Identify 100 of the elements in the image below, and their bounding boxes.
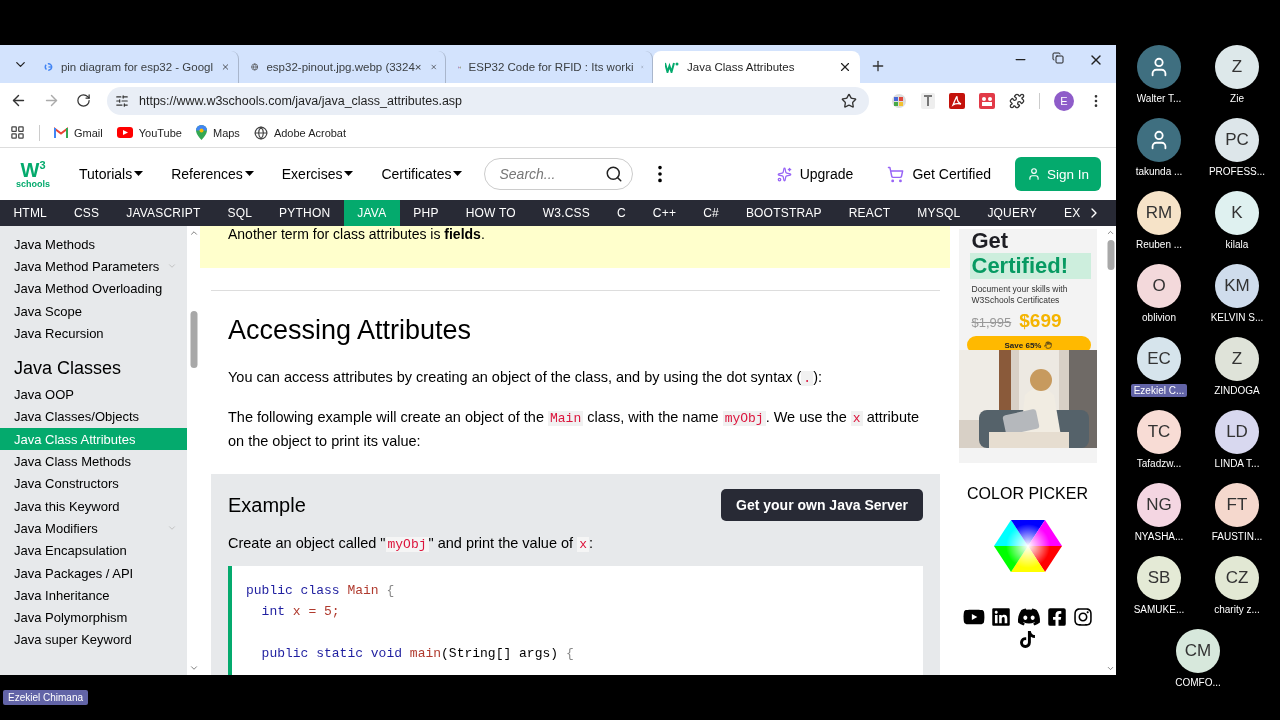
browser-tab[interactable]: Java Class Attributes [653, 51, 860, 83]
avatar[interactable]: KM [1215, 264, 1259, 308]
nav-tab[interactable]: W3.CSS [529, 200, 604, 226]
nav-tab[interactable]: SQL [214, 200, 266, 226]
sidebar-item[interactable]: Java Classes/Objects [0, 405, 187, 429]
participant-name: LINDA T... [1213, 457, 1261, 470]
sidebar-heading: Java Classes [13, 357, 123, 381]
sidebar-item[interactable]: Java Packages / API [0, 561, 187, 585]
menu-dropdown[interactable]: References [171, 166, 254, 182]
example-text: Create an object called "myObj" and print the value of x: [228, 535, 594, 552]
participant-name: SAMUKE... [1132, 603, 1186, 616]
participant-name: NYASHA... [1133, 530, 1185, 543]
participant-name: COMFO... [1174, 676, 1222, 689]
avatar[interactable]: CZ [1215, 556, 1259, 600]
participant-name: PROFESS... [1207, 165, 1267, 178]
ad-text: Document your skills with W3Schools Certificates [970, 283, 1069, 306]
nav-tab[interactable]: C [603, 200, 640, 226]
menu-dropdown[interactable]: Tutorials [79, 166, 144, 182]
paragraph: The following example will create an object of the Main class, with the name myObj. We use the x attribute on the object to print its value: [228, 408, 921, 451]
sidebar-item[interactable]: Java Scope [0, 299, 187, 323]
participant-name: Ezekiel C... [1130, 384, 1188, 397]
nav-tab[interactable]: MYSQL [903, 200, 974, 226]
color-picker-title: COLOR PICKER [967, 485, 1088, 503]
avatar[interactable]: Z [1215, 337, 1259, 381]
code-line: int x = 5; [260, 603, 341, 621]
sidebar-item[interactable]: Java this Keyword [0, 494, 187, 518]
ad-title: Get [970, 229, 1010, 253]
sidebar-item[interactable]: Java Methods [0, 233, 187, 256]
nav-tab[interactable]: EX [1050, 200, 1094, 226]
browser-tab[interactable]: pin diagram for esp32 - Googl [32, 51, 239, 83]
avatar[interactable]: CM [1176, 629, 1220, 673]
participant-name: oblivion [1141, 311, 1177, 324]
avatar[interactable]: EC [1137, 337, 1181, 381]
code-line: public static void main(String[] args) { [260, 645, 575, 663]
browser-tab[interactable]: esp32-pinout.jpg.webp (3324× [239, 51, 446, 83]
upgrade-link[interactable]: Upgrade [776, 166, 854, 182]
code-line: public class Main { [246, 582, 396, 600]
nav-tab[interactable]: JAVASCRIPT [112, 200, 214, 226]
bookmark[interactable]: Maps [195, 125, 240, 140]
nav-tab[interactable]: C# [689, 200, 733, 226]
sidebar-item[interactable]: Java Polymorphism [0, 606, 187, 629]
avatar[interactable]: FT [1215, 483, 1259, 527]
nav-tab[interactable]: CSS [60, 200, 113, 226]
avatar[interactable]: PC [1215, 118, 1259, 162]
note-text: Another term for class attributes is fields. [228, 226, 485, 242]
avatar[interactable]: O [1137, 264, 1181, 308]
sidebar-item[interactable]: Java Method Parameters [0, 255, 187, 278]
avatar[interactable]: Z [1215, 45, 1259, 89]
price: $699 [1019, 310, 1062, 332]
old-price: $1,995 [971, 315, 1012, 330]
ad-highlight: Certified! [969, 253, 1091, 279]
server-button[interactable]: Get your own Java Server [721, 489, 923, 521]
profile-avatar[interactable]: E [1054, 90, 1074, 111]
sidebar-item[interactable]: Java Recursion [0, 322, 187, 345]
avatar[interactable]: RM [1137, 191, 1181, 235]
bookmark[interactable]: Gmail [54, 126, 103, 139]
participant-name: kilala [1224, 238, 1250, 251]
bookmark[interactable]: YouTube [116, 126, 182, 139]
example-title: Example [228, 493, 306, 517]
sidebar-item[interactable]: Java Encapsulation [0, 539, 187, 562]
participant-name: KELVIN S... [1209, 311, 1265, 324]
nav-tab[interactable]: C++ [639, 200, 690, 226]
participant-name: Zie [1229, 92, 1245, 105]
participant-name: FAUSTIN... [1210, 530, 1264, 543]
participant-name: takunda ... [1134, 165, 1184, 178]
avatar[interactable]: SB [1137, 556, 1181, 600]
sidebar-item[interactable]: Java Method Overloading [0, 277, 187, 300]
bookmark[interactable]: Adobe Acrobat [253, 125, 347, 140]
avatar[interactable]: TC [1137, 410, 1181, 454]
nav-tab[interactable]: BOOTSTRAP [732, 200, 836, 226]
sidebar-item[interactable]: Java Constructors [0, 472, 187, 495]
nav-tab[interactable]: HOW TO [452, 200, 530, 226]
sidebar-item[interactable]: Java super Keyword [0, 628, 187, 652]
menu-dropdown[interactable]: Exercises [281, 166, 354, 182]
get-certified-link[interactable]: Get Certified [887, 165, 991, 183]
paragraph: You can access attributes by creating an object of the class, and by using the dot syntax (.): [228, 368, 824, 388]
participant-name: Tafadzw... [1135, 457, 1183, 470]
presenter-name: Ezekiel Chimana [3, 690, 89, 705]
sidebar-item[interactable]: Java Class Methods [0, 450, 187, 473]
sidebar-item[interactable]: Java OOP [0, 383, 187, 406]
menu-dropdown[interactable]: Certificates [381, 166, 463, 182]
nav-tab[interactable]: HTML [0, 200, 61, 226]
sidebar-item[interactable]: Java Inheritance [0, 584, 187, 607]
avatar[interactable]: LD [1215, 410, 1259, 454]
ad-banner[interactable]: Get Certified! Document your skills with W3Schools Certificates $1,995 $699 Save 65% [958, 229, 1097, 463]
nav-tab[interactable]: JQUERY [973, 200, 1051, 226]
participant-name: ZINDOGA [1213, 384, 1261, 397]
participant-name: charity z... [1213, 603, 1261, 616]
nav-tab[interactable]: REACT [835, 200, 904, 226]
participant-name: Walter T... [1135, 92, 1183, 105]
avatar[interactable]: NG [1137, 483, 1181, 527]
nav-tab[interactable]: PYTHON [265, 200, 344, 226]
section-title: Accessing Attributes [228, 315, 473, 346]
participant-name: Reuben ... [1134, 238, 1184, 251]
nav-tab[interactable]: PHP [399, 200, 453, 226]
sidebar-item[interactable]: Java Modifiers [0, 517, 187, 540]
address-field[interactable]: https://www.w3schools.com/java/java_class_attributes.asp [107, 86, 869, 115]
avatar[interactable]: K [1215, 191, 1259, 235]
url-text: https://www.w3schools.com/java/java_class_attributes.asp [139, 93, 464, 108]
search-field[interactable]: Search... [484, 158, 634, 190]
